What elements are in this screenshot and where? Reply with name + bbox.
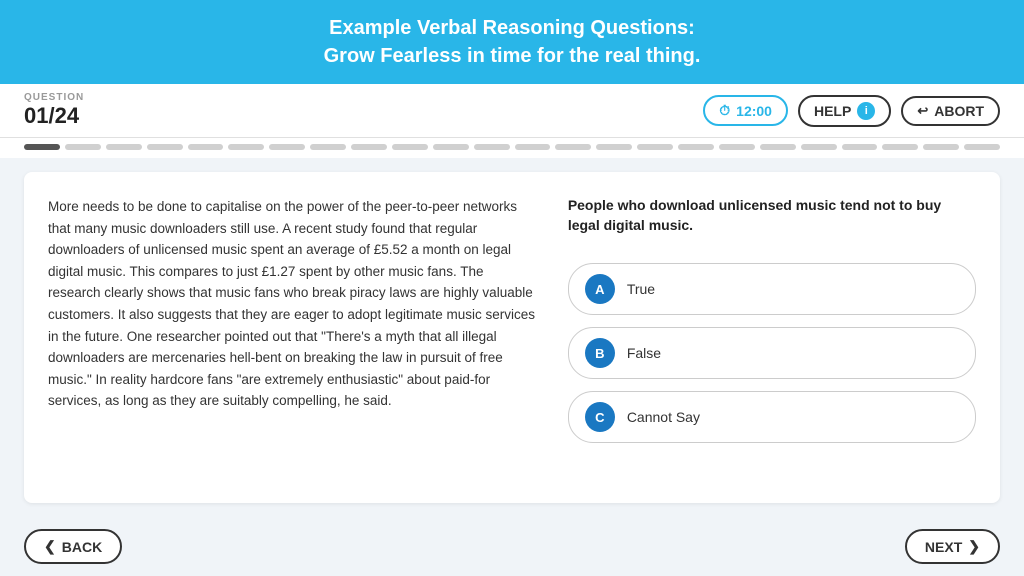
timer-button[interactable]: ⏱ 12:00 (703, 95, 788, 126)
back-label: BACK (62, 539, 102, 555)
progress-segment-23 (923, 144, 959, 150)
option-label-c: Cannot Say (627, 409, 700, 425)
info-icon: i (857, 102, 875, 120)
progress-segment-9 (351, 144, 387, 150)
progress-segment-22 (882, 144, 918, 150)
answer-option-c[interactable]: C Cannot Say (568, 391, 976, 443)
main-content: More needs to be done to capitalise on t… (0, 158, 1024, 517)
passage-section: More needs to be done to capitalise on t… (48, 196, 538, 479)
option-label-b: False (627, 345, 661, 361)
question-card: More needs to be done to capitalise on t… (24, 172, 1000, 503)
next-arrow-icon: ❯ (968, 538, 980, 555)
progress-segment-3 (106, 144, 142, 150)
option-badge-b: B (585, 338, 615, 368)
progress-segment-19 (760, 144, 796, 150)
question-text: People who download unlicensed music ten… (568, 196, 976, 235)
header-title-line1: Example Verbal Reasoning Questions: (329, 17, 695, 39)
timer-value: 12:00 (736, 103, 772, 119)
progress-segment-14 (555, 144, 591, 150)
option-badge-c: C (585, 402, 615, 432)
header-title: Example Verbal Reasoning Questions: Grow… (20, 14, 1004, 70)
progress-segment-24 (964, 144, 1000, 150)
progress-segment-6 (228, 144, 264, 150)
top-bar-actions: ⏱ 12:00 HELP i ↩ ABORT (703, 95, 1000, 127)
progress-segment-21 (842, 144, 878, 150)
back-button[interactable]: ❮ BACK (24, 529, 122, 564)
option-badge-a: A (585, 274, 615, 304)
progress-segment-13 (515, 144, 551, 150)
back-arrow-icon: ❮ (44, 538, 56, 555)
abort-label: ABORT (934, 103, 984, 119)
top-bar: QUESTION 01/24 ⏱ 12:00 HELP i ↩ ABORT (0, 84, 1024, 138)
progress-segment-5 (188, 144, 224, 150)
answer-option-b[interactable]: B False (568, 327, 976, 379)
progress-segment-2 (65, 144, 101, 150)
progress-segment-15 (596, 144, 632, 150)
question-label: QUESTION (24, 92, 84, 103)
progress-segment-16 (637, 144, 673, 150)
answer-option-a[interactable]: A True (568, 263, 976, 315)
progress-segment-4 (147, 144, 183, 150)
progress-segment-18 (719, 144, 755, 150)
header-title-line2: Grow Fearless in time for the real thing… (324, 45, 701, 67)
progress-segment-1 (24, 144, 60, 150)
progress-segment-12 (474, 144, 510, 150)
progress-segment-17 (678, 144, 714, 150)
option-label-a: True (627, 281, 655, 297)
help-button[interactable]: HELP i (798, 95, 891, 127)
progress-segment-8 (310, 144, 346, 150)
progress-segment-20 (801, 144, 837, 150)
question-number: 01/24 (24, 103, 84, 129)
progress-segment-10 (392, 144, 428, 150)
question-info: QUESTION 01/24 (24, 92, 84, 129)
progress-segment-7 (269, 144, 305, 150)
abort-button[interactable]: ↩ ABORT (901, 96, 1000, 126)
clock-icon: ⏱ (719, 102, 730, 119)
next-label: NEXT (925, 539, 962, 555)
help-label: HELP (814, 103, 851, 119)
passage-text: More needs to be done to capitalise on t… (48, 196, 538, 412)
page-header: Example Verbal Reasoning Questions: Grow… (0, 0, 1024, 84)
footer: ❮ BACK NEXT ❯ (0, 517, 1024, 576)
answer-section: People who download unlicensed music ten… (568, 196, 976, 479)
progress-bar (0, 138, 1024, 158)
abort-icon: ↩ (917, 103, 928, 119)
progress-segment-11 (433, 144, 469, 150)
next-button[interactable]: NEXT ❯ (905, 529, 1000, 564)
